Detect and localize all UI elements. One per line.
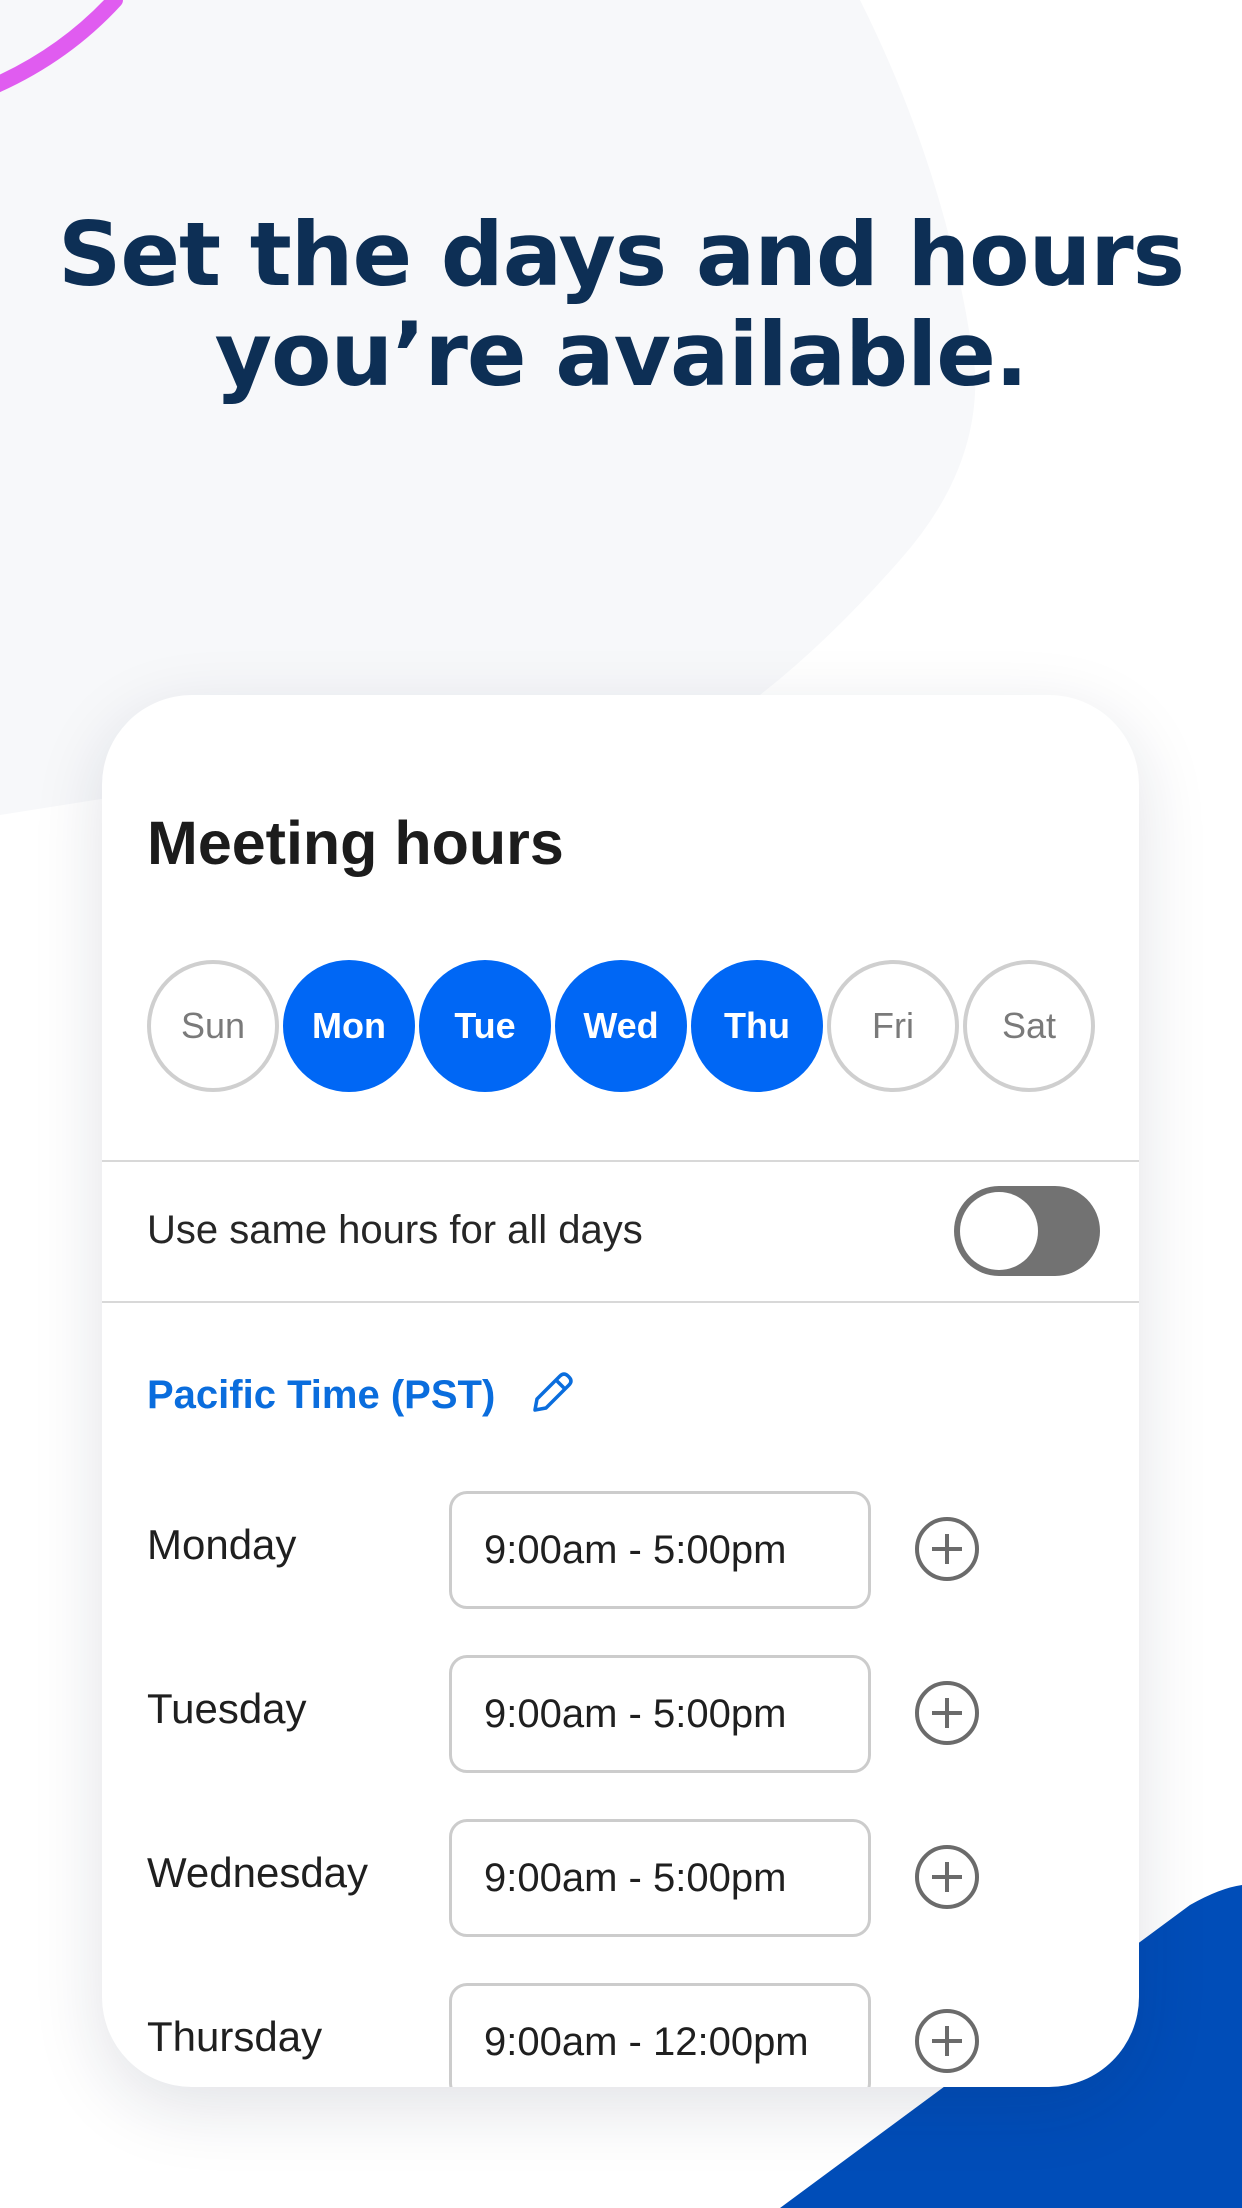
- day-toggle-mon[interactable]: Mon: [283, 960, 415, 1092]
- plus-circle-icon[interactable]: [914, 1844, 980, 1910]
- plus-circle-icon[interactable]: [914, 1516, 980, 1582]
- schedule-day-wednesday: Wednesday: [147, 1849, 369, 1896]
- schedule-day-monday: Monday: [147, 1521, 297, 1568]
- day-toggle-tue[interactable]: Tue: [419, 960, 551, 1092]
- divider: [102, 1160, 1139, 1162]
- schedule-day-thursday: Thursday: [147, 2013, 323, 2060]
- day-toggle-thu[interactable]: Thu: [691, 960, 823, 1092]
- headline-line-2: you’re available.: [214, 303, 1029, 406]
- light-background-shape: [0, 0, 976, 815]
- day-toggle-sat[interactable]: Sat: [963, 960, 1095, 1092]
- headline-line-1: Set the days and hours: [57, 203, 1185, 306]
- page-headline: Set the days and hours you’re available.: [0, 205, 1242, 405]
- plus-circle-icon[interactable]: [914, 2008, 980, 2074]
- plus-circle-icon[interactable]: [914, 1680, 980, 1746]
- same-hours-label: Use same hours for all days: [147, 1208, 643, 1252]
- toggle-knob: [960, 1192, 1038, 1270]
- pencil-edit-icon[interactable]: [527, 1368, 577, 1418]
- divider: [102, 1301, 1139, 1303]
- day-toggle-fri[interactable]: Fri: [827, 960, 959, 1092]
- timezone-label[interactable]: Pacific Time (PST): [147, 1370, 495, 1420]
- hours-field-monday[interactable]: 9:00am - 5:00pm: [449, 1491, 871, 1609]
- day-toggle-wed[interactable]: Wed: [555, 960, 687, 1092]
- meeting-hours-card: Meeting hours Sun Mon Tue Wed Thu Fri Sa…: [102, 695, 1139, 2087]
- card-title: Meeting hours: [147, 809, 564, 877]
- hours-field-wednesday[interactable]: 9:00am - 5:00pm: [449, 1819, 871, 1937]
- same-hours-toggle[interactable]: [954, 1186, 1100, 1276]
- day-toggle-sun[interactable]: Sun: [147, 960, 279, 1092]
- hours-field-tuesday[interactable]: 9:00am - 5:00pm: [449, 1655, 871, 1773]
- hours-field-thursday[interactable]: 9:00am - 12:00pm: [449, 1983, 871, 2087]
- schedule-day-tuesday: Tuesday: [147, 1685, 307, 1732]
